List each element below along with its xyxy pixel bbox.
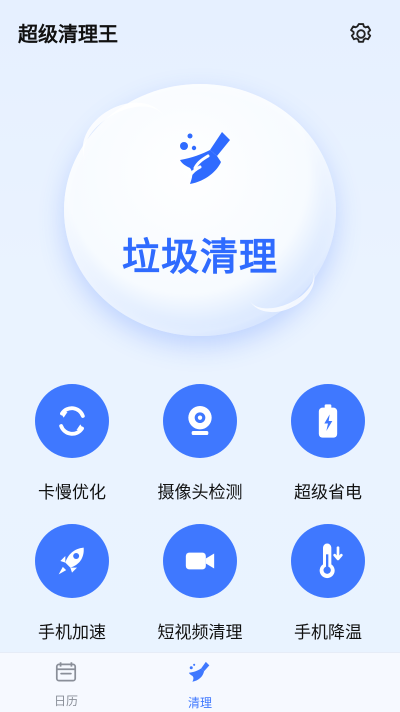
refresh-icon: [59, 406, 85, 436]
feature-label: 超级省电: [294, 483, 362, 503]
feature-camera-check[interactable]: 摄像头检测: [136, 384, 264, 503]
feature-icon-circle: [291, 384, 365, 458]
feature-phone-boost[interactable]: 手机加速: [8, 524, 136, 643]
feature-lag-optimize[interactable]: 卡慢优化: [8, 384, 136, 503]
feature-short-video-clean[interactable]: 短视频清理: [136, 524, 264, 643]
feature-icon-circle: [163, 524, 237, 598]
feature-phone-cool[interactable]: 手机降温: [264, 524, 392, 643]
broom-icon: [188, 661, 210, 682]
camera-icon: [188, 406, 212, 435]
junk-clean-label: 垃圾清理: [121, 235, 278, 279]
app-title: 超级清理王: [18, 22, 118, 46]
feature-label: 短视频清理: [157, 623, 243, 643]
feature-icon-circle: [35, 524, 109, 598]
feature-icon-circle: [35, 384, 109, 458]
feature-label: 卡慢优化: [38, 483, 106, 503]
battery-icon: [318, 404, 338, 438]
nav-item-calendar[interactable]: 日历: [36, 659, 96, 709]
feature-label: 摄像头检测: [157, 483, 243, 503]
settings-button[interactable]: [345, 18, 377, 50]
junk-clean-bubble[interactable]: 垃圾清理: [64, 84, 336, 336]
nav-item-clean[interactable]: 清理: [170, 659, 230, 711]
feature-icon-circle: [163, 384, 237, 458]
nav-label-calendar: 日历: [53, 694, 78, 708]
calendar-icon: [55, 662, 77, 682]
bubble-background: [64, 84, 336, 336]
gear-icon: [350, 23, 372, 43]
rocket-icon: [58, 547, 84, 575]
nav-label-clean: 清理: [187, 696, 212, 710]
feature-label: 手机降温: [294, 623, 362, 643]
feature-power-save[interactable]: 超级省电: [264, 384, 392, 503]
feature-label: 手机加速: [38, 623, 106, 643]
thermometer-icon: [319, 543, 343, 579]
feature-icon-circle: [291, 524, 365, 598]
bottom-nav: 日历 清理: [0, 652, 400, 712]
broom-icon: [180, 132, 230, 184]
video-icon: [185, 552, 215, 570]
